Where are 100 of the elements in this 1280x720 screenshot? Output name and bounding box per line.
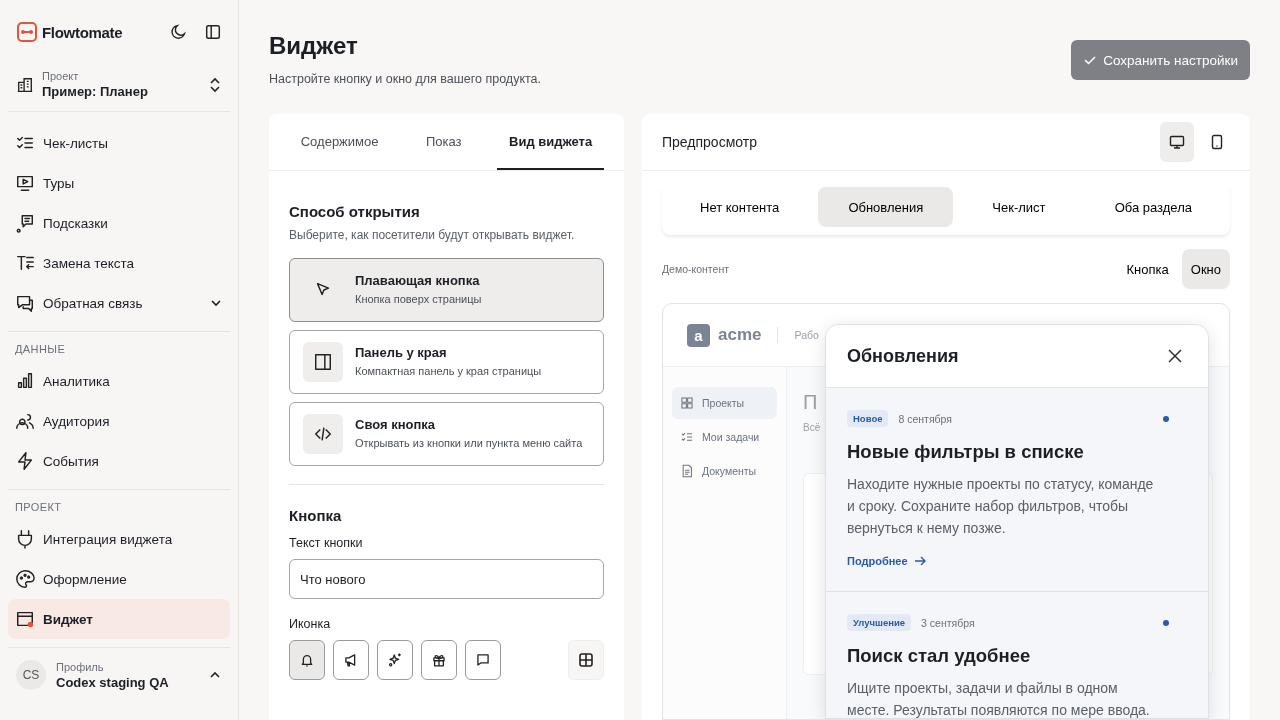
bar-chart-icon [15, 371, 35, 391]
mode-tab[interactable]: Чек-лист [962, 187, 1076, 227]
option-title: Плавающая кнопка [355, 272, 481, 288]
section-heading: ПРОЕКТ [14, 501, 63, 515]
updown-chevron-icon [208, 76, 222, 93]
demo-label: Демо-контент [662, 263, 730, 275]
profile-name: Codex staging QA [56, 674, 170, 690]
nav-item[interactable]: Оформление [8, 559, 230, 599]
tab[interactable]: Показ [413, 114, 474, 170]
checklist-icon [680, 430, 694, 444]
nav-item[interactable]: Аналитика [8, 361, 230, 401]
icon-option[interactable] [377, 640, 413, 680]
nav-item[interactable]: Виджет [8, 599, 230, 639]
mode-tab[interactable]: Оба раздела [1084, 187, 1222, 227]
plug-icon [15, 529, 35, 549]
gift-icon [431, 652, 447, 668]
project-label: Проект [42, 70, 80, 82]
nav-item[interactable]: Аудитория [8, 401, 230, 441]
icon-option[interactable] [465, 640, 501, 680]
nav-item[interactable]: Чек-листы [8, 123, 230, 163]
preview-title: Предпросмотр [662, 134, 758, 150]
nav-item[interactable]: Обратная связь [8, 283, 230, 323]
users-icon [15, 411, 35, 431]
site-subheading: Всё [803, 422, 822, 433]
bell-icon [299, 652, 315, 668]
section-title: Способ открытия [289, 203, 421, 220]
update-tag: Улучшение [847, 614, 912, 631]
desktop-button[interactable] [1160, 122, 1194, 162]
site-logo-mark: a [687, 323, 710, 347]
site-nav-item[interactable]: Проекты [672, 387, 777, 419]
view-toggle[interactable]: Окно [1181, 249, 1230, 289]
text-replace-icon [15, 253, 35, 273]
tab[interactable]: Вид виджета [497, 114, 605, 170]
mode-tab[interactable]: Нет контента [670, 187, 810, 227]
option-card[interactable]: Плавающая кнопка Кнопка поверх страницы [289, 258, 604, 322]
comment-icon [475, 652, 491, 668]
option-card[interactable]: Панель у края Компактная панель у края страницы [289, 330, 604, 394]
tab[interactable]: Содержимое [288, 114, 391, 170]
text-input[interactable]: Что нового [289, 559, 604, 599]
page-title: Виджет [269, 32, 359, 60]
icon-option[interactable] [289, 640, 325, 680]
monitor-icon [1169, 134, 1185, 150]
page-subtitle: Настройте кнопку и окно для вашего продукта. [269, 72, 542, 86]
section-description: Выберите, как посетители будут открывать виджет. [289, 228, 576, 242]
site-logo-text: acme [718, 325, 762, 345]
nav-item[interactable]: Подсказки [8, 203, 230, 243]
chat-hint-icon [15, 213, 35, 233]
mode-tab[interactable]: Обновления [818, 187, 954, 227]
view-toggle[interactable]: Кнопка [1117, 249, 1178, 289]
bolt-icon [15, 451, 35, 471]
icon-option[interactable] [333, 640, 369, 680]
nav-item[interactable]: Интеграция виджета [8, 519, 230, 559]
nav-item[interactable]: События [8, 441, 230, 481]
section-title: Кнопка [289, 507, 343, 524]
update-title: Поиск стал удобнее [847, 645, 1032, 667]
read-more-link[interactable]: Подробнее [847, 555, 926, 567]
building-icon [16, 75, 34, 94]
grid-icon [680, 396, 694, 410]
field-label: Иконка [289, 617, 332, 631]
nav-item[interactable]: Замена текста [8, 243, 230, 283]
site-nav-item[interactable]: Мои задачи [672, 421, 777, 453]
project-switcher[interactable]: Проект Пример: Планер [8, 64, 230, 112]
option-title: Панель у края [355, 344, 448, 360]
play-screen-icon [15, 173, 35, 193]
nav-item[interactable]: Туры [8, 163, 230, 203]
icon-option[interactable] [421, 640, 457, 680]
panel-icon [313, 352, 333, 372]
profile-menu[interactable]: CS Профиль Codex staging QA [8, 648, 230, 702]
document-icon [680, 464, 694, 478]
option-description: Кнопка поверх страницы [355, 291, 482, 307]
popup-title: Обновления [847, 345, 959, 367]
palette-icon [15, 569, 35, 589]
option-title: Своя кнопка [355, 416, 437, 432]
site-nav-item[interactable]: Документы [672, 455, 777, 487]
logo-icon [16, 21, 38, 43]
arrow-right-icon [913, 555, 926, 567]
site-heading: П [803, 391, 819, 414]
update-date: 8 сентября [898, 412, 954, 425]
moon-icon[interactable] [170, 23, 188, 41]
update-body: Находите нужные проекты по статусу, команде и сроку. Сохраните набор фильтров, чтобы вернуться к нему позже. [847, 475, 1155, 538]
section-heading: ДАННЫЕ [14, 343, 67, 357]
phone-icon [1209, 134, 1225, 150]
option-card[interactable]: Своя кнопка Открывать из кнопки или пункта меню сайта [289, 402, 604, 466]
grid-icon [578, 652, 594, 668]
field-label: Текст кнопки [289, 536, 364, 550]
profile-label: Профиль [56, 660, 105, 673]
more-icons-button[interactable] [568, 640, 604, 680]
check-icon [1083, 53, 1098, 67]
window-icon [15, 609, 35, 629]
option-description: Открывать из кнопки или пункта меню сайта [355, 435, 583, 451]
chat-icon [15, 293, 35, 313]
option-description: Компактная панель у края страницы [355, 363, 542, 379]
breadcrumb: Рабо [794, 329, 819, 341]
update-title: Новые фильтры в списке [847, 441, 1085, 463]
update-date: 3 сентября [921, 616, 976, 629]
avatar: CS [16, 660, 46, 690]
close-icon[interactable] [1168, 349, 1182, 363]
sidebar-toggle-icon[interactable] [204, 23, 222, 41]
project-name: Пример: Планер [42, 84, 149, 99]
brand-name: Flowtomate [42, 23, 123, 41]
